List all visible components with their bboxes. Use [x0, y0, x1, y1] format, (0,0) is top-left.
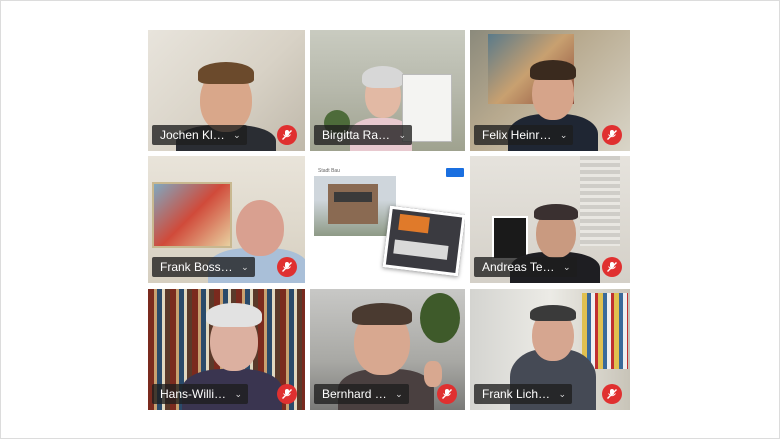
- participant-name: Jochen Kl… ⌄: [152, 125, 247, 145]
- video-tile-9[interactable]: Frank Lich… ⌄: [470, 289, 630, 410]
- participant-hair: [362, 66, 404, 88]
- participant-name-text: Felix Heinr…: [482, 128, 552, 142]
- video-tile-2[interactable]: Birgitta Ra… ⌄: [310, 30, 465, 151]
- participant-name: Frank Boss… ⌄: [152, 257, 255, 277]
- shared-slide-header: Stadt Bau: [318, 168, 340, 174]
- participant-hair: [534, 204, 578, 220]
- building-shape: [328, 184, 378, 224]
- participant-hair: [530, 305, 576, 321]
- raised-hand: [424, 361, 442, 387]
- microphone-muted-icon: [602, 125, 622, 145]
- building-windows: [334, 192, 372, 202]
- window-blinds: [580, 156, 620, 246]
- participant-hair: [352, 303, 412, 325]
- chevron-down-icon[interactable]: ⌄: [395, 384, 403, 404]
- interior-orange-wall: [398, 213, 430, 234]
- participant-name: Frank Lich… ⌄: [474, 384, 573, 404]
- microphone-muted-icon: [277, 257, 297, 277]
- interior-photo: [382, 205, 465, 277]
- participant-name-text: Birgitta Ra…: [322, 128, 391, 142]
- video-tile-3[interactable]: Felix Heinr… ⌄: [470, 30, 630, 151]
- microphone-muted-icon: [602, 384, 622, 404]
- chevron-down-icon[interactable]: ⌄: [233, 125, 241, 145]
- chevron-down-icon[interactable]: ⌄: [563, 257, 571, 277]
- microphone-muted-icon: [602, 257, 622, 277]
- wall-painting: [152, 182, 232, 248]
- chevron-down-icon[interactable]: ⌄: [234, 384, 242, 404]
- chevron-down-icon[interactable]: ⌄: [558, 384, 566, 404]
- video-tile-7[interactable]: Hans-Willi… ⌄: [148, 289, 305, 410]
- background-plant: [420, 293, 460, 343]
- screen-share-tile[interactable]: Stadt Bau: [310, 156, 465, 283]
- participant-name-text: Hans-Willi…: [160, 387, 226, 401]
- participant-name: Andreas Te… ⌄: [474, 257, 577, 277]
- chevron-down-icon[interactable]: ⌄: [398, 125, 406, 145]
- microphone-muted-icon: [277, 384, 297, 404]
- chevron-down-icon[interactable]: ⌄: [241, 257, 249, 277]
- participant-name: Hans-Willi… ⌄: [152, 384, 248, 404]
- participant-head: [236, 200, 284, 256]
- participant-name-text: Jochen Kl…: [160, 128, 225, 142]
- participant-name-text: Frank Lich…: [482, 387, 551, 401]
- participant-hair: [530, 60, 576, 80]
- bookshelf: [582, 293, 628, 369]
- microphone-muted-icon: [437, 384, 457, 404]
- video-tile-6[interactable]: Andreas Te… ⌄: [470, 156, 630, 283]
- participant-hair: [198, 62, 254, 84]
- wall-poster: [492, 216, 528, 260]
- building-photo: [314, 176, 396, 236]
- video-tile-4[interactable]: Frank Boss… ⌄: [148, 156, 305, 283]
- video-grid: Jochen Kl… ⌄ Birgitta Ra… ⌄ Felix Heinr……: [0, 0, 780, 439]
- microphone-muted-icon: [277, 125, 297, 145]
- participant-name-text: Frank Boss…: [160, 260, 233, 274]
- chevron-down-icon[interactable]: ⌄: [560, 125, 568, 145]
- participant-name: Bernhard … ⌄: [314, 384, 409, 404]
- shared-slide-button: [446, 168, 464, 177]
- participant-name: Birgitta Ra… ⌄: [314, 125, 413, 145]
- interior-desk: [393, 239, 449, 260]
- participant-name-text: Bernhard …: [322, 387, 387, 401]
- video-tile-8[interactable]: Bernhard … ⌄: [310, 289, 465, 410]
- participant-hair: [206, 303, 262, 327]
- video-tile-1[interactable]: Jochen Kl… ⌄: [148, 30, 305, 151]
- participant-name-text: Andreas Te…: [482, 260, 555, 274]
- participant-name: Felix Heinr… ⌄: [474, 125, 574, 145]
